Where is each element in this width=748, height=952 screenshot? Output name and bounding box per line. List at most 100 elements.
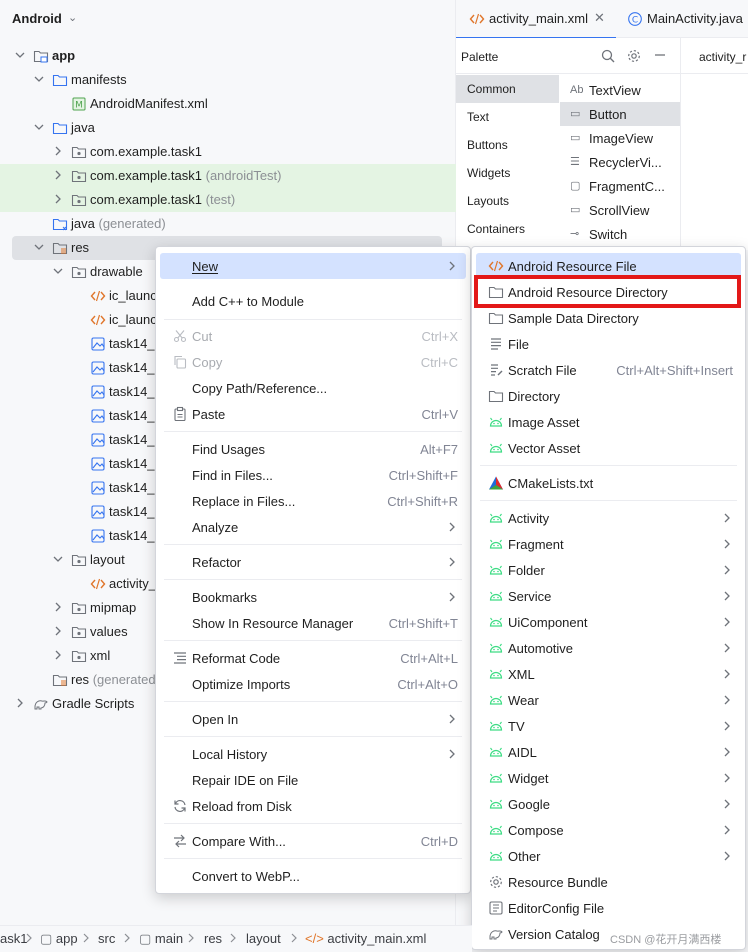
menu-item-refactor[interactable]: Refactor xyxy=(160,549,466,575)
chevron-down-icon[interactable] xyxy=(52,553,64,565)
submenu-item-aidl[interactable]: AIDL xyxy=(476,739,741,765)
project-header[interactable]: Android ⌄ xyxy=(0,0,456,38)
submenu-item-image-asset[interactable]: Image Asset xyxy=(476,409,741,435)
palette-component-recyclerview[interactable]: ☰ RecyclerVi... xyxy=(560,150,680,174)
chevron-down-icon[interactable] xyxy=(14,49,26,61)
submenu-item-cmakelists[interactable]: CMakeLists.txt xyxy=(476,470,741,496)
submenu-item-google[interactable]: Google xyxy=(476,791,741,817)
submenu-item-service[interactable]: Service xyxy=(476,583,741,609)
menu-item-bookmarks[interactable]: Bookmarks xyxy=(160,584,466,610)
palette-component-scrollview[interactable]: ▭ ScrollView xyxy=(560,198,680,222)
chevron-down-icon[interactable]: ⌄ xyxy=(68,11,77,24)
palette-category-widgets[interactable]: Widgets xyxy=(456,159,559,187)
submenu-item-widget[interactable]: Widget xyxy=(476,765,741,791)
menu-item-open-in[interactable]: Open In xyxy=(160,706,466,732)
menu-item-find-in-files[interactable]: Find in Files... Ctrl+Shift+F xyxy=(160,462,466,488)
menu-item-new[interactable]: New xyxy=(160,253,466,279)
tree-item-label: com.example.task1 xyxy=(90,144,202,159)
breadcrumb-module[interactable]: ▢ app xyxy=(40,931,78,947)
menu-item-analyze[interactable]: Analyze xyxy=(160,514,466,540)
tree-item-package[interactable]: com.example.task1 xyxy=(0,140,456,164)
chevron-right-icon[interactable] xyxy=(52,193,64,205)
palette-category-buttons[interactable]: Buttons xyxy=(456,131,559,159)
search-icon[interactable] xyxy=(600,48,616,64)
tab-activity-main-xml[interactable]: activity_main.xml ✕ xyxy=(456,0,616,39)
breadcrumb-src[interactable]: src xyxy=(98,931,115,946)
submenu-item-xml[interactable]: XML xyxy=(476,661,741,687)
submenu-item-android-resource-directory[interactable]: Android Resource Directory xyxy=(476,279,741,305)
menu-item-optimize-imports[interactable]: Optimize Imports Ctrl+Alt+O xyxy=(160,671,466,697)
breadcrumb-file[interactable]: </> activity_main.xml xyxy=(305,931,426,946)
tree-item-android-manifest[interactable]: M AndroidManifest.xml xyxy=(0,92,456,116)
submenu-item-resource-bundle[interactable]: Resource Bundle xyxy=(476,869,741,895)
submenu-item-file[interactable]: File xyxy=(476,331,741,357)
tab-main-activity-java[interactable]: C MainActivity.java xyxy=(624,0,748,38)
tree-item-manifests[interactable]: manifests xyxy=(0,68,456,92)
chevron-right-icon[interactable] xyxy=(52,145,64,157)
submenu-item-scratch-file[interactable]: Scratch File Ctrl+Alt+Shift+Insert xyxy=(476,357,741,383)
chevron-down-icon[interactable] xyxy=(52,265,64,277)
breadcrumb-layout[interactable]: layout xyxy=(246,931,281,946)
submenu-item-wear[interactable]: Wear xyxy=(476,687,741,713)
submenu-item-uicomponent[interactable]: UiComponent xyxy=(476,609,741,635)
submenu-item-vector-asset[interactable]: Vector Asset xyxy=(476,435,741,461)
palette-category-layouts[interactable]: Layouts xyxy=(456,187,559,215)
chevron-right-icon xyxy=(721,772,733,784)
menu-item-paste[interactable]: Paste Ctrl+V xyxy=(160,401,466,427)
submenu-item-folder[interactable]: Folder xyxy=(476,557,741,583)
tree-item-package-test[interactable]: com.example.task1 (test) xyxy=(0,188,456,212)
menu-item-reformat-code[interactable]: Reformat Code Ctrl+Alt+L xyxy=(160,645,466,671)
submenu-item-automotive[interactable]: Automotive xyxy=(476,635,741,661)
menu-item-show-in-resource-manager[interactable]: Show In Resource Manager Ctrl+Shift+T xyxy=(160,610,466,636)
palette-component-switch[interactable]: ⊸ Switch xyxy=(560,222,680,246)
menu-item-compare-with[interactable]: Compare With... Ctrl+D xyxy=(160,828,466,854)
minimize-icon[interactable] xyxy=(652,47,668,63)
menu-item-add-cpp[interactable]: Add C++ to Module xyxy=(160,288,466,314)
chevron-right-icon[interactable] xyxy=(14,697,26,709)
chevron-right-icon[interactable] xyxy=(52,649,64,661)
palette-category-containers[interactable]: Containers xyxy=(456,215,559,243)
submenu-item-compose[interactable]: Compose xyxy=(476,817,741,843)
tree-item-package-android-test[interactable]: com.example.task1 (androidTest) xyxy=(0,164,456,188)
menu-item-copy-path[interactable]: Copy Path/Reference... xyxy=(160,375,466,401)
chevron-down-icon[interactable] xyxy=(33,241,45,253)
submenu-item-activity[interactable]: Activity xyxy=(476,505,741,531)
palette-component-button[interactable]: ▭ Button xyxy=(560,102,680,126)
palette-category-common[interactable]: Common xyxy=(456,75,559,103)
chevron-right-icon[interactable] xyxy=(52,601,64,613)
submenu-item-other[interactable]: Other xyxy=(476,843,741,869)
tree-item-java-generated[interactable]: java (generated) xyxy=(0,212,456,236)
submenu-item-directory[interactable]: Directory xyxy=(476,383,741,409)
image-file-icon xyxy=(90,456,106,472)
tree-item-java[interactable]: java xyxy=(0,116,456,140)
submenu-item-editorconfig-file[interactable]: EditorConfig File xyxy=(476,895,741,921)
breadcrumb-res[interactable]: res xyxy=(204,931,222,946)
menu-item-find-usages[interactable]: Find Usages Alt+F7 xyxy=(160,436,466,462)
menu-item-copy[interactable]: Copy Ctrl+C xyxy=(160,349,466,375)
submenu-item-android-resource-file[interactable]: Android Resource File xyxy=(476,253,741,279)
chevron-right-icon[interactable] xyxy=(52,169,64,181)
tree-item-app[interactable]: app xyxy=(0,44,456,68)
chevron-down-icon[interactable] xyxy=(33,121,45,133)
menu-item-local-history[interactable]: Local History xyxy=(160,741,466,767)
palette-component-textview[interactable]: Ab TextView xyxy=(560,78,680,102)
close-icon[interactable]: ✕ xyxy=(594,10,605,26)
submenu-item-tv[interactable]: TV xyxy=(476,713,741,739)
submenu-item-fragment[interactable]: Fragment xyxy=(476,531,741,557)
menu-item-reload-from-disk[interactable]: Reload from Disk xyxy=(160,793,466,819)
menu-item-convert-to-webp[interactable]: Convert to WebP... xyxy=(160,863,466,889)
palette-category-text[interactable]: Text xyxy=(456,103,559,131)
palette-component-imageview[interactable]: ▭ ImageView xyxy=(560,126,680,150)
menu-item-cut[interactable]: Cut Ctrl+X xyxy=(160,323,466,349)
palette-component-fragmentcontainer[interactable]: ▢ FragmentC... xyxy=(560,174,680,198)
menu-item-replace-in-files[interactable]: Replace in Files... Ctrl+Shift+R xyxy=(160,488,466,514)
chevron-down-icon[interactable] xyxy=(33,73,45,85)
chevron-right-icon xyxy=(721,824,733,836)
project-view-title[interactable]: Android xyxy=(12,11,62,26)
java-class-icon: C xyxy=(627,11,643,27)
submenu-item-sample-data-directory[interactable]: Sample Data Directory xyxy=(476,305,741,331)
menu-item-repair-ide[interactable]: Repair IDE on File xyxy=(160,767,466,793)
gear-icon[interactable] xyxy=(626,48,642,64)
breadcrumb-main[interactable]: ▢ main xyxy=(139,931,183,947)
chevron-right-icon[interactable] xyxy=(52,625,64,637)
